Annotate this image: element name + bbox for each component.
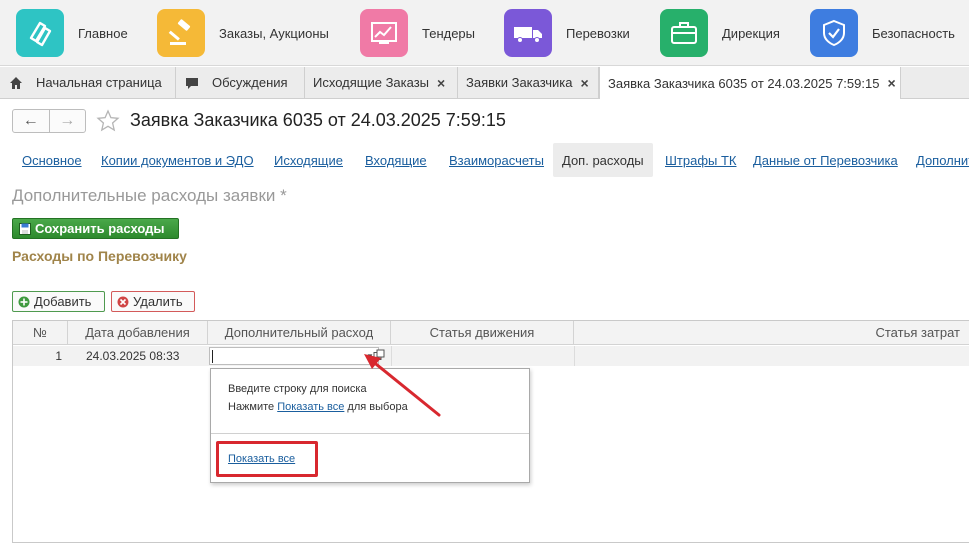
chat-icon [184,75,200,91]
hint-prefix: Нажмите [228,401,278,413]
chart-icon [360,9,408,57]
section-tabs: Основное Копии документов и ЭДО Исходящи… [0,143,969,177]
app-main[interactable]: Главное [16,9,128,57]
tab-additional[interactable]: Дополнит [916,153,969,168]
home-icon [8,75,24,91]
plus-circle-icon [18,296,30,307]
page-title: Заявка Заказчика 6035 от 24.03.2025 7:59… [130,110,506,130]
tab-customer-requests[interactable]: Заявки Заказчика × [458,67,599,98]
close-icon[interactable]: × [437,75,445,91]
truck-icon [504,9,552,57]
add-label: Добавить [34,294,92,309]
app-sections-bar: Главное Заказы, Аукционы Тендеры Перевоз… [0,0,969,66]
tab-documents-edo[interactable]: Копии документов и ЭДО [101,153,254,168]
delete-circle-icon [117,296,129,307]
tab-extra-expenses[interactable]: Доп. расходы [553,143,653,177]
add-button[interactable]: Добавить [12,291,105,312]
table-header: № Дата добавления Дополнительный расход … [13,321,969,345]
tab-home[interactable]: Начальная страница [0,67,176,98]
app-label: Заказы, Аукционы [219,25,329,41]
tab-current-request[interactable]: Заявка Заказчика 6035 от 24.03.2025 7:59… [599,67,901,99]
tab-main[interactable]: Основное [22,153,82,168]
save-expenses-label: Сохранить расходы [35,221,165,236]
highlight-box [216,441,318,477]
forward-button[interactable]: → [48,110,86,132]
tab-outgoing[interactable]: Исходящие [274,153,343,168]
app-direction[interactable]: Дирекция [660,9,780,57]
cell-number: 1 [55,349,62,363]
history-nav: ← → [12,109,86,133]
tab-label: Заявки Заказчика [466,75,573,90]
delete-label: Удалить [133,294,183,309]
tab-fines[interactable]: Штрафы ТК [665,153,737,168]
tab-outgoing-orders[interactable]: Исходящие Заказы × [305,67,458,98]
table-row[interactable]: 1 24.03.2025 08:33 ▼ [13,346,969,366]
app-label: Безопасность [872,25,955,41]
tab-incoming[interactable]: Входящие [365,153,427,168]
tab-label: Начальная страница [36,75,162,90]
save-expenses-button[interactable]: Сохранить расходы [12,218,179,239]
column-extra-expense[interactable]: Дополнительный расход [208,321,391,345]
column-date-added[interactable]: Дата добавления [68,321,208,345]
app-label: Главное [78,25,128,41]
app-window: Главное Заказы, Аукционы Тендеры Перевоз… [0,0,969,543]
app-label: Перевозки [566,25,630,41]
show-all-inline-link[interactable]: Показать все [277,401,344,413]
extra-expense-input[interactable]: ▼ [209,347,379,365]
form-title: Дополнительные расходы заявки * [12,186,287,205]
app-tenders[interactable]: Тендеры [360,9,475,57]
tab-settlements[interactable]: Взаиморасчеты [449,153,544,168]
app-label: Дирекция [722,25,780,41]
tab-carrier-data[interactable]: Данные от Перевозчика [753,153,898,168]
cell-cost[interactable] [574,346,969,366]
gavel-icon [157,9,205,57]
annotation-arrow-icon [364,354,441,417]
column-number[interactable]: № [13,321,68,345]
app-label: Тендеры [422,25,476,41]
briefcase-icon [660,9,708,57]
carrier-expenses-title: Расходы по Перевозчику [12,248,187,264]
favorite-star-icon[interactable] [95,108,121,134]
save-disk-icon [19,222,31,235]
search-hint: Введите строку для поиска [228,383,367,395]
app-security[interactable]: Безопасность [810,9,955,57]
column-cost-item[interactable]: Статья затрат [574,321,969,345]
close-icon[interactable]: × [887,75,895,91]
back-button[interactable]: ← [13,110,49,132]
app-orders[interactable]: Заказы, Аукционы [157,9,329,57]
column-movement-item[interactable]: Статья движения [391,321,574,345]
open-windows-bar: Начальная страница Обсуждения Исходящие … [0,67,969,99]
logo-icon [16,9,64,57]
cell-date: 24.03.2025 08:33 [86,349,180,363]
tab-discussions[interactable]: Обсуждения [176,67,305,98]
shield-icon [810,9,858,57]
app-transport[interactable]: Перевозки [504,9,630,57]
close-icon[interactable]: × [581,75,589,91]
divider [211,433,529,434]
tab-label: Заявка Заказчика 6035 от 24.03.2025 7:59… [608,75,880,91]
delete-button[interactable]: Удалить [111,291,195,312]
tab-label: Обсуждения [212,75,288,90]
tab-label: Исходящие Заказы [313,75,430,90]
text-caret [212,350,213,363]
